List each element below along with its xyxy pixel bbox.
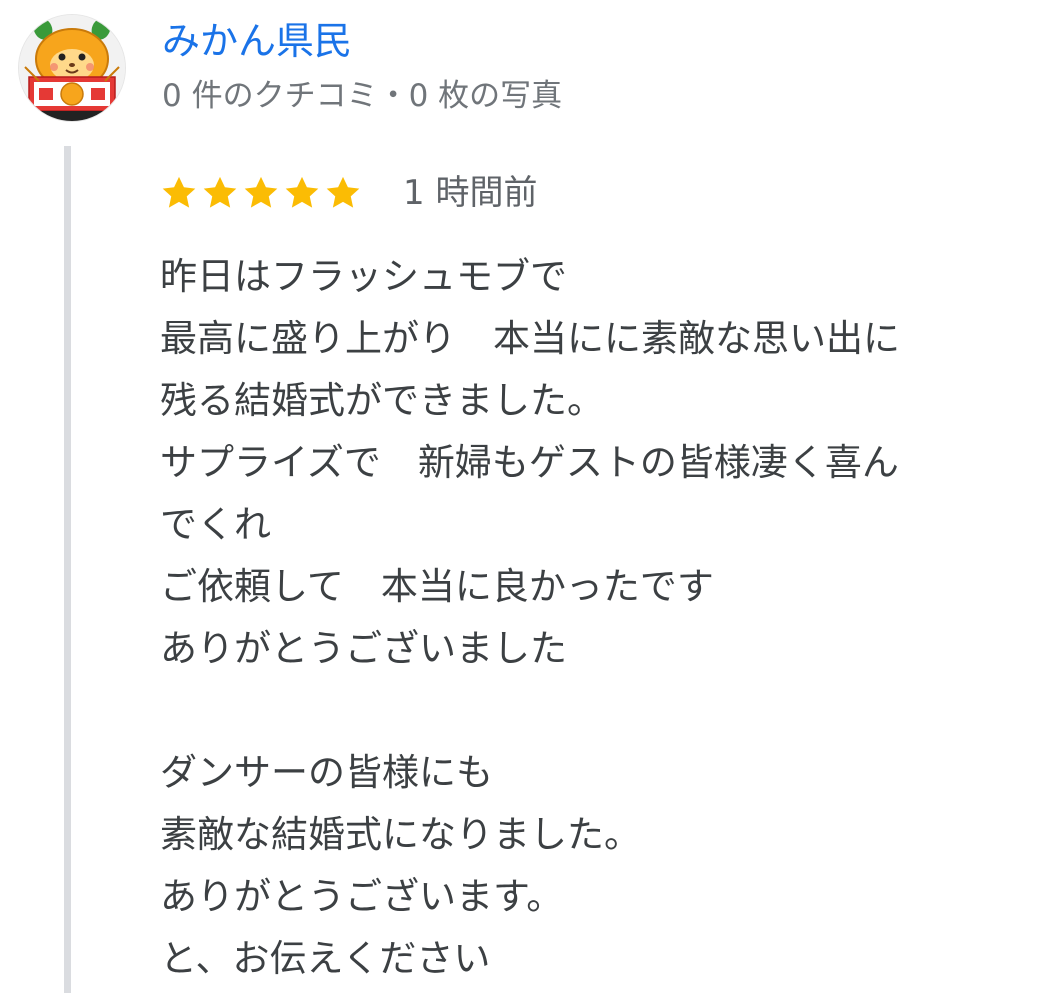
reviewer-meta: 0 件のクチコミ・0 枚の写真 <box>162 78 563 114</box>
reviewer-name-link[interactable]: みかん県民 <box>162 18 352 64</box>
review-line: と、お伝えください <box>160 937 491 980</box>
review-line <box>160 680 1040 742</box>
star-icon <box>244 176 278 208</box>
review-line: 素敵な結婚式になりました。 <box>160 813 641 856</box>
review-line: ダンサーの皆様にも <box>160 751 493 794</box>
rating-row: 1 時間前 <box>160 168 537 218</box>
review-line: ご依頼して 本当に良かったです <box>160 565 714 608</box>
review-line: ありがとうございました <box>160 627 567 670</box>
review-line: サプライズで 新婦もゲストの皆様凄く喜ん <box>160 441 899 484</box>
review-text: 昨日はフラッシュモブで 最高に盛り上がり 本当にに素敵な思い出に 残る結婚式がで… <box>160 246 1040 990</box>
star-icon <box>162 176 196 208</box>
star-icon <box>285 176 319 208</box>
review-line: ありがとうございます。 <box>160 875 564 918</box>
review-timestamp: 1 時間前 <box>403 173 538 213</box>
review-line: でくれ <box>160 503 271 546</box>
review-quote-bar <box>64 146 71 993</box>
star-rating <box>160 174 365 212</box>
star-icon <box>203 176 237 208</box>
review-line: 昨日はフラッシュモブで <box>160 255 567 298</box>
review-line: 最高に盛り上がり 本当にに素敵な思い出に <box>160 317 900 360</box>
review-card: みかん県民 0 件のクチコミ・0 枚の写真 1 時間前 昨日はフラッシュモブで … <box>0 0 1048 993</box>
mikan-mascot-avatar-icon[interactable] <box>18 14 126 122</box>
review-line: 残る結婚式ができました。 <box>160 379 604 422</box>
star-icon <box>326 176 360 208</box>
